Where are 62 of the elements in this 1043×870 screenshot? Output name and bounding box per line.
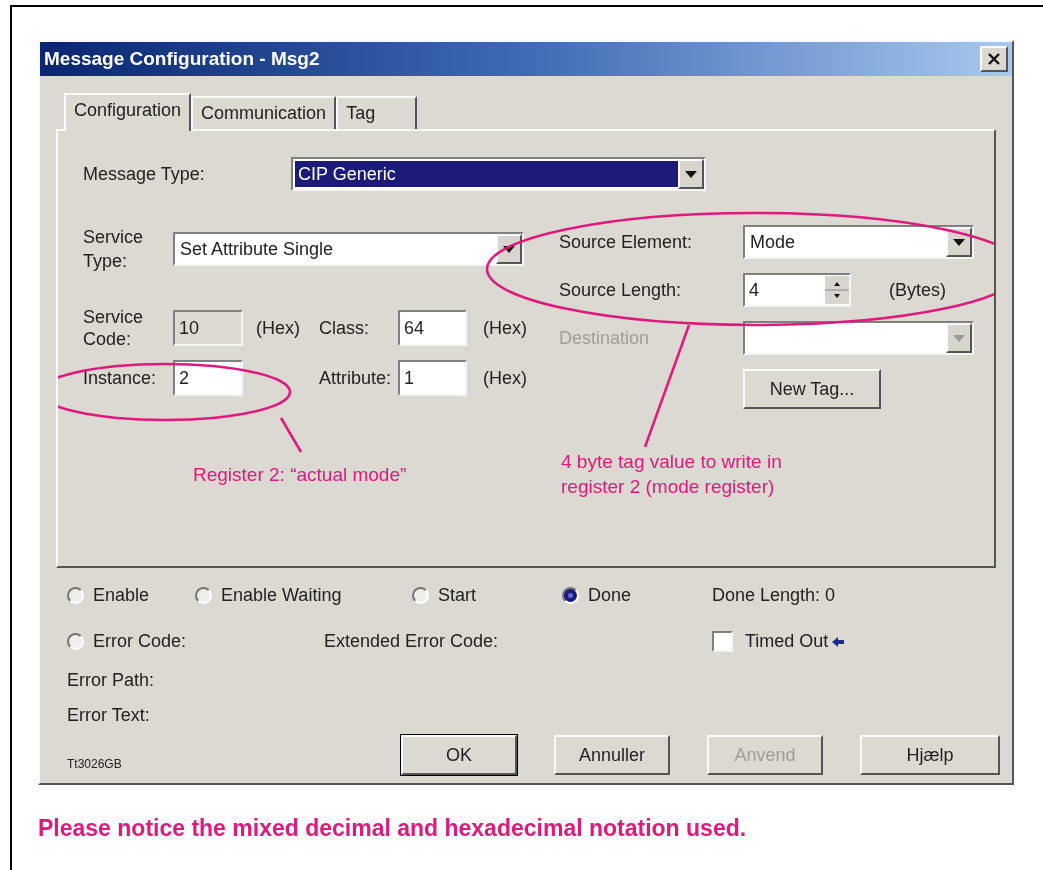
tab[interactable]: Communication	[191, 96, 337, 129]
input-field[interactable]: 2	[173, 360, 243, 396]
leader-line	[279, 417, 303, 453]
field-label: Service Type:	[83, 226, 145, 273]
caret-icon	[953, 334, 965, 342]
tab[interactable]: Tag	[336, 96, 418, 129]
window-title: Message Configuration - Msg2	[44, 46, 320, 71]
field-label: Source Length:	[559, 278, 683, 302]
field-label: Message Type:	[83, 162, 206, 186]
unit-label: (Hex)	[482, 366, 528, 390]
close-icon	[988, 53, 1000, 65]
input-field[interactable]: 64	[398, 310, 467, 346]
field-label: Service Code:	[83, 306, 145, 350]
radio-button[interactable]	[562, 587, 579, 604]
dialog-button[interactable]: Hjælp	[860, 735, 1000, 775]
arrow-left-icon	[832, 635, 845, 648]
caret-icon	[503, 245, 515, 253]
field-label: Instance:	[83, 366, 158, 390]
field-label: Destination	[559, 326, 651, 350]
field-label: Extended Error Code:	[324, 630, 500, 653]
done-length-label: Done Length: 0	[712, 584, 836, 607]
radio-label: Error Code:	[93, 630, 187, 653]
dropdown-field[interactable]: Set Attribute Single	[173, 232, 524, 266]
dropdown-field[interactable]: Mode	[743, 225, 974, 259]
close-button[interactable]	[980, 46, 1008, 72]
spin-arrows-icon	[825, 276, 849, 304]
radio-label: Start	[438, 584, 476, 607]
new-tag-button[interactable]: New Tag...	[743, 369, 881, 409]
checkbox-label: Timed Out	[745, 630, 829, 653]
dropdown-button[interactable]	[678, 159, 704, 189]
spinner-field[interactable]: 4	[743, 273, 851, 307]
radio-button[interactable]	[195, 587, 212, 604]
unit-label: (Hex)	[482, 316, 528, 340]
field-label: Class:	[319, 316, 370, 340]
caption-text: Please notice the mixed decimal and hexadecimal notation used.	[38, 814, 748, 843]
dialog-button[interactable]: Annuller	[554, 735, 670, 775]
radio-button[interactable]	[67, 633, 84, 650]
field-label: Error Text:	[67, 704, 151, 727]
unit-label: (Hex)	[255, 316, 301, 340]
figure-id: Tt3026GB	[67, 756, 122, 773]
radio-button[interactable]	[67, 587, 84, 604]
field-label: Source Element:	[559, 230, 694, 254]
radio-label: Done	[588, 584, 632, 607]
caret-icon	[953, 238, 965, 246]
dropdown-button[interactable]	[946, 323, 972, 353]
annotation-text: Register 2: “actual mode”	[193, 463, 407, 487]
dropdown-button[interactable]	[496, 234, 522, 264]
dropdown-field[interactable]	[743, 321, 974, 355]
unit-label: (Bytes)	[888, 278, 946, 302]
dropdown-button[interactable]	[946, 227, 972, 257]
radio-label: Enable Waiting	[221, 584, 342, 607]
dropdown-field[interactable]: CIP Generic	[291, 157, 706, 191]
radio-label: Enable	[93, 584, 150, 607]
caret-icon	[685, 170, 697, 178]
tab[interactable]: Configuration	[64, 93, 192, 131]
checkbox[interactable]	[712, 631, 733, 652]
annotation-text: 4 byte tag value to write in register 2 (mode register)	[561, 450, 783, 499]
dialog-button[interactable]: OK	[401, 735, 517, 775]
field-label: Error Path:	[67, 669, 156, 692]
radio-button[interactable]	[412, 587, 429, 604]
field-label: Attribute:	[319, 366, 393, 390]
input-field[interactable]: 1	[398, 360, 467, 396]
